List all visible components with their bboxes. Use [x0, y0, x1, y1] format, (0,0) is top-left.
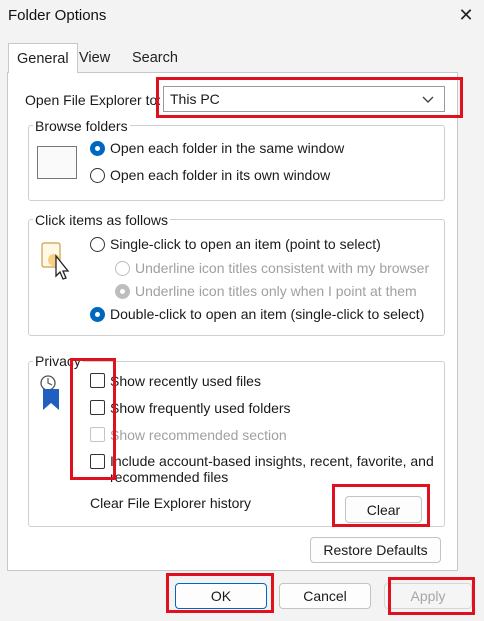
clear-history-label: Clear File Explorer history: [90, 495, 252, 511]
apply-button[interactable]: Apply: [384, 583, 472, 609]
radio-own-window[interactable]: [90, 168, 105, 183]
radio-same-window[interactable]: [90, 141, 105, 156]
radio-same-window-label: Open each folder in the same window: [110, 140, 345, 156]
privacy-title: Privacy: [33, 353, 83, 369]
restore-defaults-button[interactable]: Restore Defaults: [310, 537, 441, 563]
radio-underline-point[interactable]: [115, 284, 130, 299]
window-title: Folder Options: [8, 7, 107, 24]
radio-single-click[interactable]: [90, 237, 105, 252]
tab-general[interactable]: General: [8, 43, 78, 73]
checkbox-recommended-section-label: Show recommended section: [110, 427, 287, 443]
browse-folders-title: Browse folders: [33, 118, 130, 134]
open-explorer-value: This PC: [170, 91, 220, 107]
checkbox-account-insights-label: Include account-based insights, recent, …: [110, 453, 434, 469]
browse-folders-group: [28, 125, 445, 201]
tab-search[interactable]: Search: [124, 44, 186, 72]
tab-view[interactable]: View: [71, 44, 118, 72]
cancel-button[interactable]: Cancel: [279, 583, 371, 609]
ok-button[interactable]: OK: [175, 583, 267, 609]
checkbox-frequent-folders[interactable]: [90, 400, 105, 415]
radio-double-click[interactable]: [90, 307, 105, 322]
open-explorer-select[interactable]: This PC: [163, 86, 445, 112]
radio-underline-browser[interactable]: [115, 261, 130, 276]
close-icon[interactable]: ✕: [452, 2, 480, 28]
open-explorer-label: Open File Explorer to:: [25, 92, 162, 108]
radio-underline-browser-label: Underline icon titles consistent with my…: [135, 260, 430, 276]
click-items-title: Click items as follows: [33, 212, 171, 228]
checkbox-recent-files[interactable]: [90, 373, 105, 388]
checkbox-recent-files-label: Show recently used files: [110, 373, 261, 389]
clear-button[interactable]: Clear: [345, 496, 422, 523]
privacy-icon: [40, 375, 59, 410]
radio-single-click-label: Single-click to open an item (point to s…: [110, 236, 381, 252]
checkbox-frequent-folders-label: Show frequently used folders: [110, 400, 291, 416]
checkbox-recommended-section[interactable]: [90, 427, 105, 442]
chevron-down-icon: [422, 96, 434, 103]
radio-underline-point-label: Underline icon titles only when I point …: [135, 283, 417, 299]
cursor-click-icon: [41, 242, 70, 280]
window-preview-icon: [37, 146, 77, 179]
checkbox-account-insights[interactable]: [90, 454, 105, 469]
radio-double-click-label: Double-click to open an item (single-cli…: [110, 306, 425, 322]
radio-own-window-label: Open each folder in its own window: [110, 167, 331, 183]
checkbox-account-insights-label-line2: recommended files: [110, 469, 229, 485]
